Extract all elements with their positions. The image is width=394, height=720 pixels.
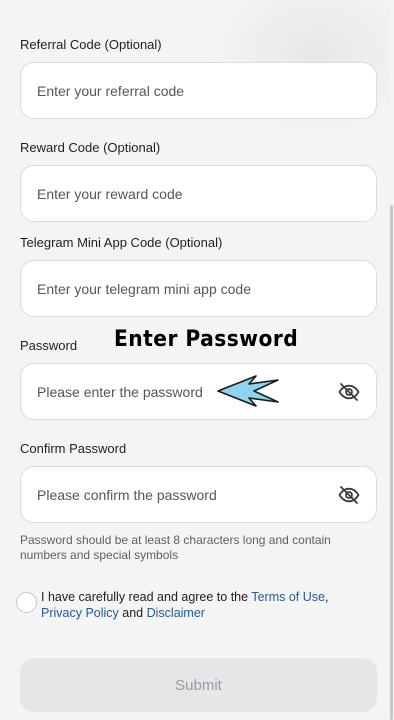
reward-code-input[interactable]: [37, 185, 360, 202]
referral-code-field[interactable]: [20, 62, 377, 119]
password-field[interactable]: [20, 363, 377, 420]
referral-code-label: Referral Code (Optional): [20, 37, 162, 52]
submit-button[interactable]: Submit: [20, 658, 377, 712]
telegram-code-input[interactable]: [37, 280, 360, 297]
eye-off-icon[interactable]: [336, 482, 362, 508]
agreement-prefix: I have carefully read and agree to the: [41, 590, 252, 604]
confirm-password-field[interactable]: [20, 466, 377, 523]
scrollbar[interactable]: [390, 205, 393, 720]
password-input[interactable]: [37, 383, 360, 400]
agreement-text: I have carefully read and agree to the T…: [41, 590, 371, 621]
eye-off-icon[interactable]: [336, 379, 362, 405]
reward-code-label: Reward Code (Optional): [20, 140, 161, 155]
password-hint: Password should be at least 8 characters…: [20, 533, 331, 562]
disclaimer-link[interactable]: Disclaimer: [147, 606, 205, 620]
annotation-text: Enter Password: [114, 327, 299, 352]
reward-code-field[interactable]: [20, 165, 377, 222]
privacy-policy-link[interactable]: Privacy Policy: [41, 606, 119, 620]
confirm-password-label: Confirm Password: [20, 441, 127, 456]
terms-of-use-link[interactable]: Terms of Use: [251, 590, 325, 604]
referral-code-input[interactable]: [37, 82, 360, 99]
agreement-and: and: [118, 605, 147, 620]
agree-checkbox[interactable]: [16, 592, 37, 613]
confirm-password-input[interactable]: [37, 486, 360, 503]
telegram-code-field[interactable]: [20, 260, 377, 317]
telegram-code-label: Telegram Mini App Code (Optional): [20, 235, 223, 250]
password-label: Password: [20, 338, 78, 353]
agreement-comma: ,: [324, 590, 329, 604]
annotation-arrow-icon: [217, 375, 279, 407]
